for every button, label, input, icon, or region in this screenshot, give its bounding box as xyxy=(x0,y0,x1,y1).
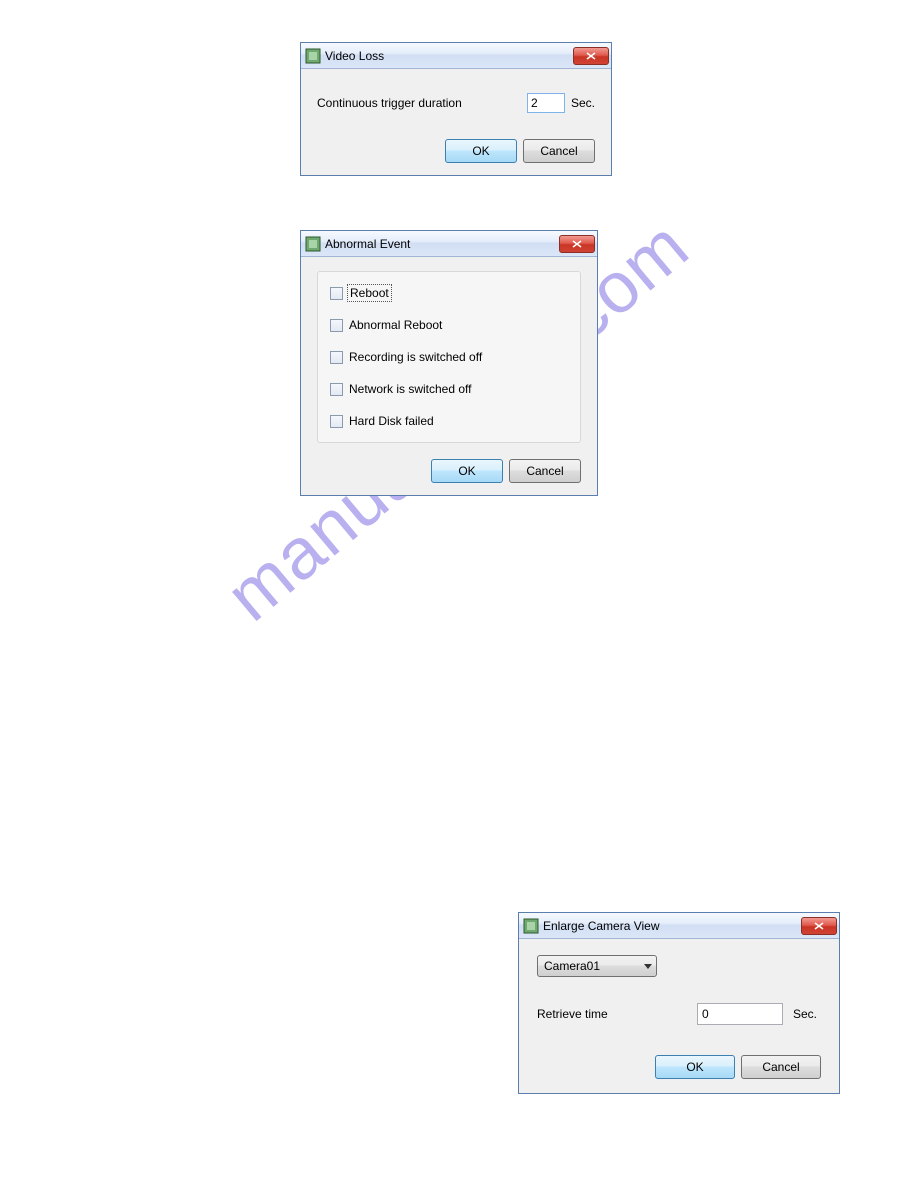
cancel-button[interactable]: Cancel xyxy=(509,459,581,483)
dialog-title: Video Loss xyxy=(325,49,573,63)
duration-input[interactable] xyxy=(527,93,565,113)
dialog-title: Abnormal Event xyxy=(325,237,559,251)
checkbox-icon[interactable] xyxy=(330,383,343,396)
checkbox-row-recording-off[interactable]: Recording is switched off xyxy=(330,350,568,364)
checkbox-label: Recording is switched off xyxy=(349,350,482,364)
chevron-down-icon xyxy=(644,964,652,969)
retrieve-time-label: Retrieve time xyxy=(537,1007,697,1021)
cancel-button[interactable]: Cancel xyxy=(523,139,595,163)
checkbox-icon[interactable] xyxy=(330,415,343,428)
checkbox-row-abnormal-reboot[interactable]: Abnormal Reboot xyxy=(330,318,568,332)
app-icon xyxy=(305,236,321,252)
camera-dropdown[interactable]: Camera01 xyxy=(537,955,657,977)
dialog-body: Camera01 Retrieve time Sec. OK Cancel xyxy=(519,939,839,1093)
event-group: Reboot Abnormal Reboot Recording is swit… xyxy=(317,271,581,443)
checkbox-label: Hard Disk failed xyxy=(349,414,434,428)
app-icon xyxy=(523,918,539,934)
dialog-title: Enlarge Camera View xyxy=(543,919,801,933)
checkbox-row-hdd-failed[interactable]: Hard Disk failed xyxy=(330,414,568,428)
ok-button[interactable]: OK xyxy=(655,1055,735,1079)
unit-label: Sec. xyxy=(571,96,595,110)
checkbox-icon[interactable] xyxy=(330,351,343,364)
close-button[interactable] xyxy=(559,235,595,253)
ok-button[interactable]: OK xyxy=(431,459,503,483)
unit-label: Sec. xyxy=(793,1007,817,1021)
titlebar[interactable]: Abnormal Event xyxy=(301,231,597,257)
checkbox-row-reboot[interactable]: Reboot xyxy=(330,286,568,300)
checkbox-label: Reboot xyxy=(349,286,390,300)
dialog-abnormal-event: Abnormal Event Reboot Abnormal Reboot Re… xyxy=(300,230,598,496)
checkbox-icon[interactable] xyxy=(330,319,343,332)
close-button[interactable] xyxy=(573,47,609,65)
titlebar[interactable]: Enlarge Camera View xyxy=(519,913,839,939)
dropdown-value: Camera01 xyxy=(544,959,600,973)
titlebar[interactable]: Video Loss xyxy=(301,43,611,69)
ok-button[interactable]: OK xyxy=(445,139,517,163)
dialog-body: Reboot Abnormal Reboot Recording is swit… xyxy=(301,257,597,495)
checkbox-label: Abnormal Reboot xyxy=(349,318,442,332)
close-button[interactable] xyxy=(801,917,837,935)
checkbox-icon[interactable] xyxy=(330,287,343,300)
checkbox-label: Network is switched off xyxy=(349,382,472,396)
dialog-body: Continuous trigger duration Sec. OK Canc… xyxy=(301,69,611,175)
cancel-button[interactable]: Cancel xyxy=(741,1055,821,1079)
dialog-enlarge-camera-view: Enlarge Camera View Camera01 Retrieve ti… xyxy=(518,912,840,1094)
checkbox-row-network-off[interactable]: Network is switched off xyxy=(330,382,568,396)
duration-label: Continuous trigger duration xyxy=(317,96,527,110)
dialog-video-loss: Video Loss Continuous trigger duration S… xyxy=(300,42,612,176)
app-icon xyxy=(305,48,321,64)
retrieve-time-input[interactable] xyxy=(697,1003,783,1025)
